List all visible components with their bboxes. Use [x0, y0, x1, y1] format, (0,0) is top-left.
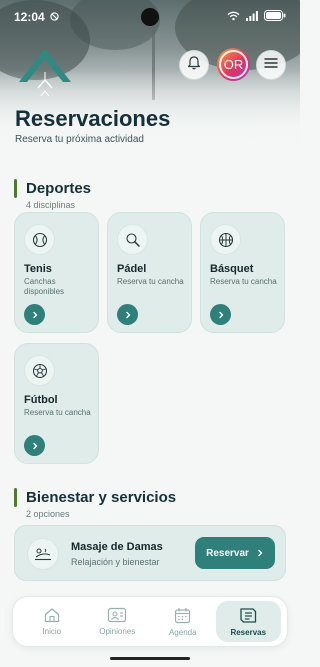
tab-opiniones[interactable]: Opiniones	[85, 601, 151, 642]
tab-label: Inicio	[42, 627, 62, 636]
card-title: Fútbol	[24, 394, 58, 406]
menu-icon	[264, 56, 278, 74]
service-title: Masaje de Damas	[71, 541, 163, 553]
tab-label: Agenda	[168, 627, 197, 637]
chevron-right-icon	[125, 311, 130, 318]
status-time: 12:04	[14, 10, 45, 24]
sport-card-padel[interactable]: Pádel Reserva tu cancha	[107, 212, 192, 333]
reviews-icon	[108, 607, 127, 623]
section-accent-bar	[14, 179, 17, 198]
section-title: Deportes	[26, 180, 92, 197]
reserve-button-label: Reservar	[206, 547, 249, 559]
tab-label: Opiniones	[99, 627, 136, 636]
sport-card-futbol[interactable]: Fútbol Reserva tu cancha	[14, 343, 99, 464]
reservations-icon	[240, 607, 257, 623]
wellness-section-header: Bienestar y servicios 2 opciones	[14, 488, 176, 519]
card-description: Reserva tu cancha	[210, 277, 277, 286]
notifications-button[interactable]	[179, 50, 209, 80]
tab-agenda[interactable]: Agenda	[150, 601, 216, 642]
card-title: Tenis	[24, 263, 52, 275]
section-title: Bienestar y servicios	[26, 489, 177, 506]
calendar-icon	[175, 607, 191, 623]
signal-icon	[246, 10, 258, 24]
card-description: Canchas disponibles	[24, 277, 65, 296]
padel-racket-icon	[117, 224, 148, 255]
basketball-icon	[210, 224, 241, 255]
camera-cutout	[141, 8, 159, 26]
reserve-button[interactable]: Reservar	[195, 537, 275, 569]
chevron-right-icon	[32, 442, 37, 449]
avatar[interactable]: OR	[217, 48, 250, 81]
chevron-right-icon	[32, 311, 37, 318]
battery-icon	[264, 10, 286, 24]
bottom-tab-bar: Inicio Opiniones Agenda Reservas	[12, 596, 288, 647]
section-count: 2 opciones	[26, 509, 70, 519]
tab-label: Reservas	[230, 627, 267, 637]
page-subtitle: Reserva tu próxima actividad	[15, 134, 144, 145]
menu-button[interactable]	[256, 50, 286, 80]
chevron-right-icon	[258, 549, 263, 557]
tab-inicio[interactable]: Inicio	[19, 601, 85, 642]
card-arrow-button[interactable]	[117, 304, 138, 325]
section-accent-bar	[14, 488, 17, 507]
service-card-masaje[interactable]: Masaje de Damas Relajación y bienestar R…	[14, 525, 286, 581]
home-icon	[44, 608, 59, 623]
soccer-ball-icon	[24, 355, 55, 386]
wifi-icon	[227, 10, 240, 24]
sports-section-header: Deportes 4 disciplinas	[14, 179, 91, 210]
card-description: Reserva tu cancha	[117, 277, 184, 286]
card-arrow-button[interactable]	[24, 304, 45, 325]
blocked-icon	[50, 10, 59, 24]
page-title: Reservaciones	[15, 106, 171, 131]
massage-icon	[27, 538, 59, 570]
tennis-ball-icon	[24, 224, 55, 255]
section-count: 4 disciplinas	[26, 200, 76, 210]
sport-card-tenis[interactable]: Tenis Canchas disponibles	[14, 212, 99, 333]
card-arrow-button[interactable]	[24, 435, 45, 456]
bell-icon	[187, 55, 201, 75]
card-title: Pádel	[117, 263, 147, 275]
chevron-right-icon	[218, 311, 223, 318]
tab-reservas[interactable]: Reservas	[215, 601, 281, 642]
card-arrow-button[interactable]	[210, 304, 231, 325]
home-indicator[interactable]	[110, 657, 190, 660]
card-title: Básquet	[210, 263, 254, 275]
service-description: Relajación y bienestar	[71, 557, 160, 567]
avatar-initials: OR	[223, 57, 244, 72]
sport-card-basquet[interactable]: Básquet Reserva tu cancha	[200, 212, 285, 333]
club-logo	[16, 44, 74, 100]
card-description: Reserva tu cancha	[24, 408, 91, 417]
